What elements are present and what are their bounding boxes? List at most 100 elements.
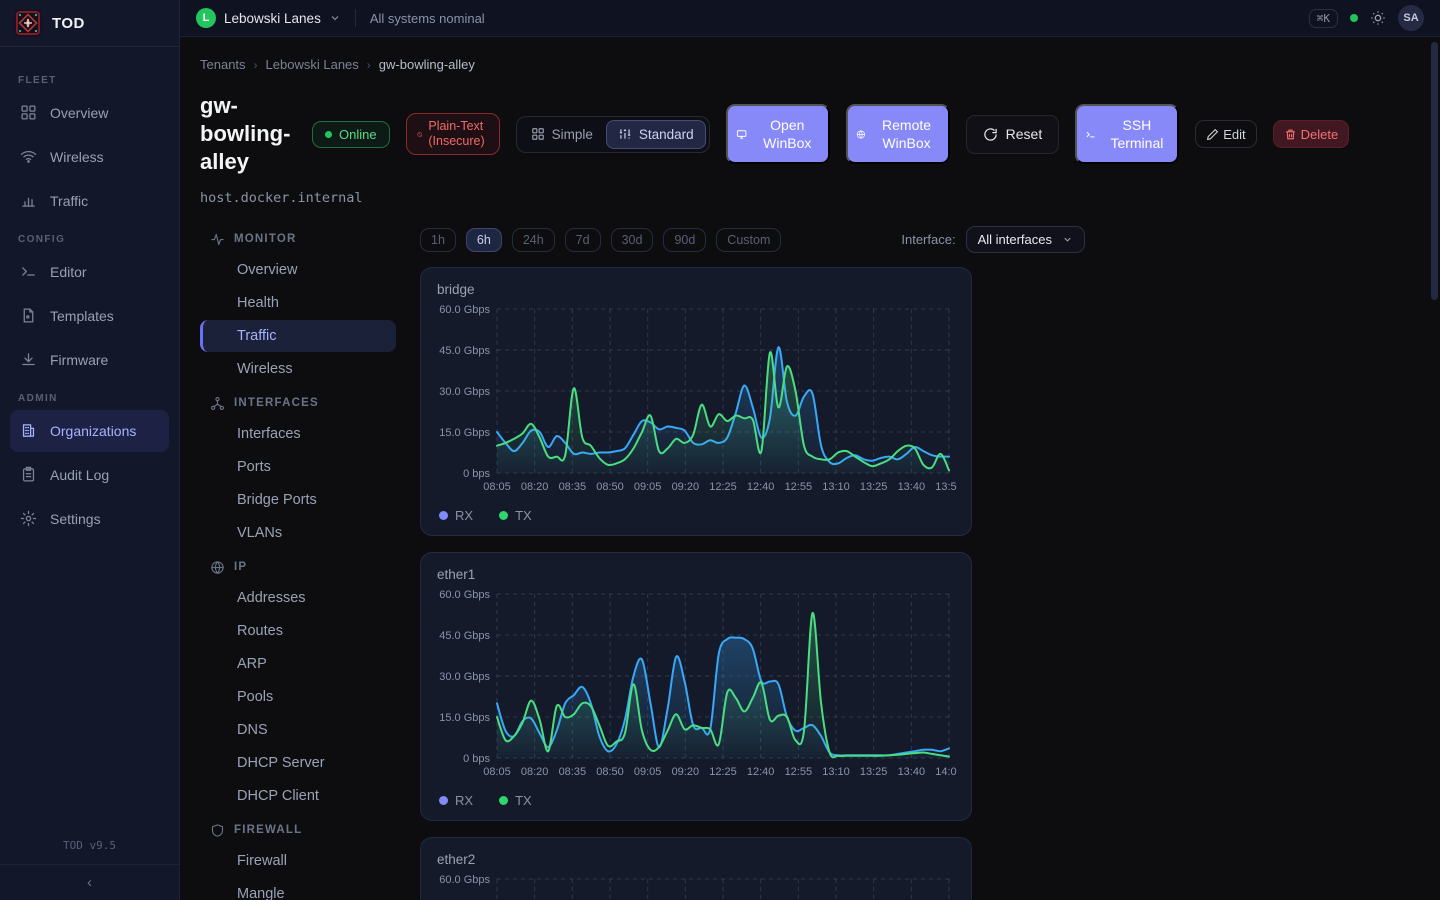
- sidebar-item-wireless[interactable]: Wireless: [10, 136, 169, 178]
- subnav-section-firewall: FIREWALL: [200, 813, 396, 844]
- range-pill-24h[interactable]: 24h: [512, 228, 555, 252]
- subnav-item-bridge-ports[interactable]: Bridge Ports: [200, 484, 396, 516]
- sidebar-item-audit-log[interactable]: Audit Log: [10, 454, 169, 496]
- svg-text:09:20: 09:20: [672, 481, 700, 493]
- sidebar-item-organizations[interactable]: Organizations: [10, 410, 169, 452]
- legend-item-tx: TX: [499, 793, 532, 808]
- legend-dot-icon: [499, 511, 508, 520]
- theme-toggle-button[interactable]: [1370, 10, 1386, 26]
- svg-text:08:05: 08:05: [483, 766, 511, 778]
- range-pill-1h[interactable]: 1h: [420, 228, 456, 252]
- subnav-item-wireless[interactable]: Wireless: [200, 353, 396, 385]
- subnav-item-pools[interactable]: Pools: [200, 681, 396, 713]
- health-indicator-dot: [1350, 14, 1358, 22]
- svg-text:13:25: 13:25: [860, 481, 888, 493]
- online-dot-icon: [325, 131, 332, 138]
- svg-text:08:20: 08:20: [521, 481, 549, 493]
- trash-icon: [1284, 128, 1297, 141]
- sidebar-item-label: Organizations: [50, 423, 136, 439]
- subnav-item-ports[interactable]: Ports: [200, 451, 396, 483]
- refresh-icon: [983, 127, 998, 142]
- globe-icon: [856, 127, 866, 142]
- app-version: TOD v9.5: [0, 839, 179, 864]
- svg-text:08:35: 08:35: [559, 766, 587, 778]
- subnav-item-addresses[interactable]: Addresses: [200, 582, 396, 614]
- subnav-item-dhcp-client[interactable]: DHCP Client: [200, 780, 396, 812]
- subnav-item-routes[interactable]: Routes: [200, 615, 396, 647]
- breadcrumb-item: gw-bowling-alley: [379, 57, 475, 72]
- sidebar-item-overview[interactable]: Overview: [10, 92, 169, 134]
- sidebar-section-label: CONFIG: [10, 224, 169, 251]
- sidebar-collapse-button[interactable]: ‹: [0, 864, 179, 900]
- svg-text:60.0 Gbps: 60.0 Gbps: [439, 589, 490, 601]
- svg-text:13:25: 13:25: [860, 766, 888, 778]
- user-avatar[interactable]: SA: [1398, 5, 1424, 31]
- svg-text:12:25: 12:25: [709, 481, 737, 493]
- sidebar-item-settings[interactable]: Settings: [10, 498, 169, 540]
- range-pill-30d[interactable]: 30d: [611, 228, 654, 252]
- subnav-item-interfaces[interactable]: Interfaces: [200, 418, 396, 450]
- sun-icon: [1370, 10, 1386, 26]
- svg-text:0 bps: 0 bps: [463, 753, 490, 765]
- open-winbox-button[interactable]: Open WinBox: [726, 104, 830, 164]
- subnav-section-interfaces: INTERFACES: [200, 386, 396, 417]
- terminal-icon: [20, 263, 38, 281]
- subnav-item-traffic[interactable]: Traffic: [200, 320, 396, 352]
- subnav-item-overview[interactable]: Overview: [200, 254, 396, 286]
- range-pill-7d[interactable]: 7d: [565, 228, 601, 252]
- chevron-down-icon: [329, 12, 341, 24]
- svg-text:12:55: 12:55: [785, 481, 813, 493]
- svg-text:09:05: 09:05: [634, 481, 662, 493]
- svg-text:60.0 Gbps: 60.0 Gbps: [439, 304, 490, 316]
- subnav-item-dhcp-server[interactable]: DHCP Server: [200, 747, 396, 779]
- chart-plot: 60.0 Gbps45.0 Gbps30.0 Gbps15.0 Gbps0 bp…: [437, 586, 957, 782]
- subnav-item-mangle[interactable]: Mangle: [200, 878, 396, 900]
- sidebar-item-traffic[interactable]: Traffic: [10, 180, 169, 222]
- subnav-item-health[interactable]: Health: [200, 287, 396, 319]
- view-mode-standard[interactable]: Standard: [606, 120, 706, 149]
- breadcrumb-item[interactable]: Lebowski Lanes: [266, 57, 359, 72]
- subnav-item-firewall[interactable]: Firewall: [200, 845, 396, 877]
- vertical-scrollbar[interactable]: [1431, 42, 1438, 300]
- chevron-left-icon: ‹: [87, 874, 92, 891]
- reset-button[interactable]: Reset: [966, 115, 1060, 154]
- range-pill-custom[interactable]: Custom: [716, 228, 781, 252]
- edit-button[interactable]: Edit: [1195, 120, 1256, 148]
- view-mode-simple[interactable]: Simple: [520, 121, 604, 148]
- delete-button[interactable]: Delete: [1273, 120, 1350, 148]
- sidebar-item-label: Audit Log: [50, 467, 109, 483]
- sidebar-section-label: ADMIN: [10, 383, 169, 410]
- remote-winbox-button[interactable]: Remote WinBox: [846, 104, 950, 164]
- chevron-right-icon: ›: [254, 58, 258, 72]
- view-mode-segmented-control: Simple Standard: [516, 116, 710, 153]
- page-title: gw-bowling-alley: [200, 92, 296, 176]
- sidebar-item-templates[interactable]: Templates: [10, 295, 169, 337]
- sidebar-item-firmware[interactable]: Firmware: [10, 339, 169, 381]
- subnav-item-dns[interactable]: DNS: [200, 714, 396, 746]
- breadcrumb-item[interactable]: Tenants: [200, 57, 246, 72]
- subnav-item-arp[interactable]: ARP: [200, 648, 396, 680]
- topbar-divider: [355, 9, 356, 27]
- chart-card-ether2: ether260.0 Gbps45.0 Gbps30.0 Gbps15.0 Gb…: [420, 837, 972, 900]
- interface-select[interactable]: All interfaces: [966, 226, 1085, 253]
- command-palette-shortcut[interactable]: ⌘K: [1309, 9, 1338, 28]
- svg-text:12:55: 12:55: [785, 766, 813, 778]
- svg-text:0 bps: 0 bps: [463, 468, 490, 480]
- chart-plot: 60.0 Gbps45.0 Gbps30.0 Gbps15.0 Gbps0 bp…: [437, 871, 957, 900]
- sidebar-item-label: Traffic: [50, 193, 88, 209]
- tenant-switcher[interactable]: L Lebowski Lanes: [196, 8, 341, 28]
- interface-filter-label: Interface:: [901, 232, 955, 247]
- network-icon: [210, 395, 225, 410]
- sidebar-item-label: Overview: [50, 105, 108, 121]
- sliders-icon: [618, 127, 632, 141]
- sidebar-item-editor[interactable]: Editor: [10, 251, 169, 293]
- svg-text:09:05: 09:05: [634, 766, 662, 778]
- traffic-charts: bridge60.0 Gbps45.0 Gbps30.0 Gbps15.0 Gb…: [420, 267, 972, 900]
- range-pill-6h[interactable]: 6h: [466, 228, 502, 252]
- building-icon: [20, 422, 38, 440]
- svg-text:45.0 Gbps: 45.0 Gbps: [439, 345, 490, 357]
- range-pill-90d[interactable]: 90d: [663, 228, 706, 252]
- svg-text:30.0 Gbps: 30.0 Gbps: [439, 671, 490, 683]
- ssh-terminal-button[interactable]: SSH Terminal: [1075, 104, 1179, 164]
- subnav-item-vlans[interactable]: VLANs: [200, 517, 396, 549]
